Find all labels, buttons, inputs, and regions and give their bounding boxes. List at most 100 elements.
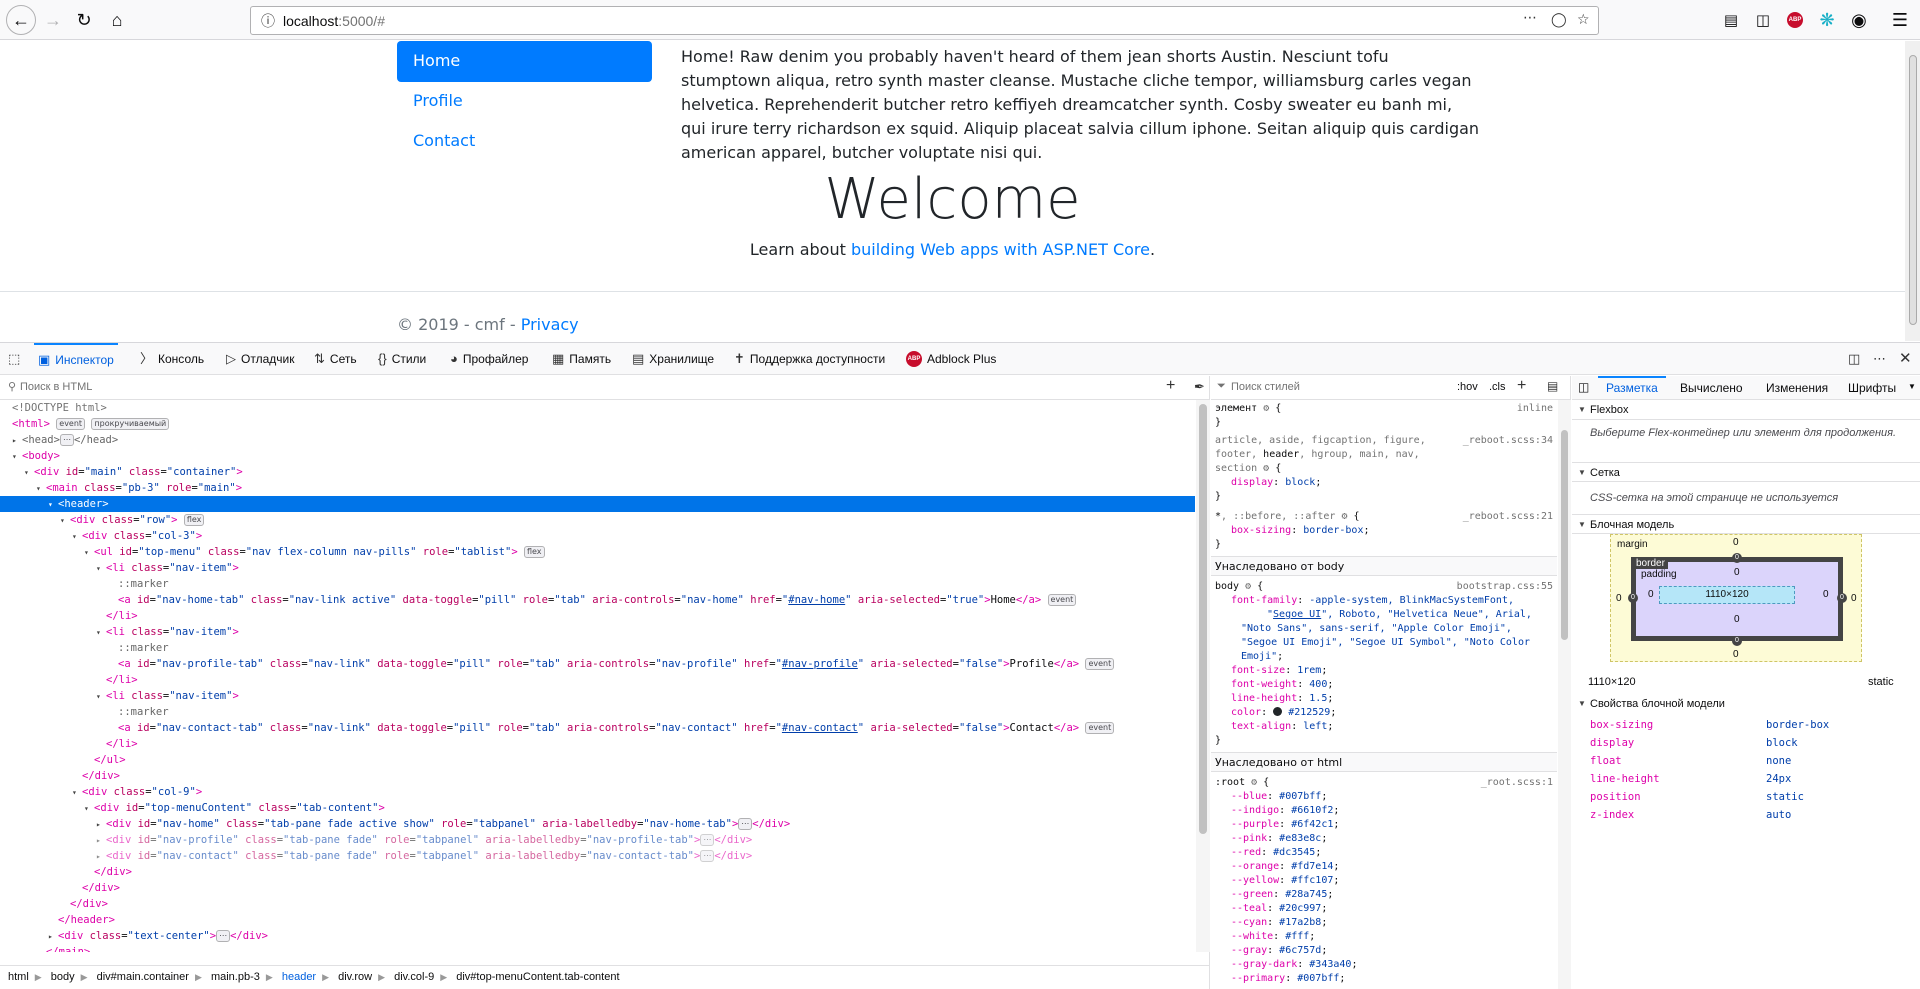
rule-line[interactable]: --gray: #6c757d; (1211, 944, 1557, 958)
chevron-down-icon[interactable]: ▼ (1908, 382, 1916, 391)
dock-icon[interactable]: ◫ (1848, 343, 1860, 375)
tree-line[interactable]: ::marker (0, 576, 1195, 592)
tree-line[interactable]: </div> (0, 880, 1195, 896)
tree-line[interactable]: ▾ <li class="nav-item"> (0, 560, 1195, 576)
rule-line[interactable]: --red: #dc3545; (1211, 846, 1557, 860)
boxmodel-props-header[interactable]: ▼ Свойства блочной модели (1572, 694, 1920, 714)
add-rule-icon[interactable]: + (1517, 377, 1526, 395)
tree-line[interactable]: </div> (0, 864, 1195, 880)
breadcrumb-item[interactable]: div#main.container (97, 971, 189, 983)
padding-bottom-value[interactable]: 0 (1734, 614, 1740, 625)
rule-line[interactable]: font-family: -apple-system, BlinkMacSyst… (1211, 594, 1557, 608)
rule-line[interactable]: элемент ⚙ {inline (1211, 402, 1557, 416)
rule-line[interactable]: font-size: 1rem; (1211, 664, 1557, 678)
tab-layout[interactable]: Разметка (1598, 376, 1666, 400)
padding-right-value[interactable]: 0 (1823, 589, 1829, 600)
boxmodel-section-header[interactable]: ▼ Блочная модель (1572, 514, 1920, 534)
tab-profiler[interactable]: ◕ Профайлер (450, 343, 528, 375)
tab-inspector[interactable]: ▣ Инспектор (34, 343, 118, 375)
rule-line[interactable]: box-sizing: border-box; (1211, 524, 1557, 538)
rule-line[interactable]: line-height: 1.5; (1211, 692, 1557, 706)
breadcrumb-item[interactable]: body (51, 971, 75, 983)
page-actions-icon[interactable]: ⋯ (1523, 9, 1537, 26)
tree-line[interactable]: ▾ <li class="nav-item"> (0, 688, 1195, 704)
breadcrumb-item[interactable]: html (8, 971, 29, 983)
rule-line[interactable]: article, aside, figcaption, figure, _rebo… (1211, 434, 1557, 448)
home-icon[interactable]: ⌂ (103, 6, 131, 34)
tree-line[interactable]: <!DOCTYPE html> (0, 400, 1195, 416)
tree-line[interactable]: </div> (0, 768, 1195, 784)
rule-line[interactable]: "Noto Sans", sans-serif, "Apple Color Em… (1211, 622, 1557, 636)
print-media-icon[interactable]: ▤ (1547, 379, 1558, 393)
margin-left-value[interactable]: 0 (1616, 593, 1622, 604)
styles-search-input[interactable]: Поиск стилей (1231, 381, 1300, 393)
tree-line[interactable]: </li> (0, 608, 1195, 624)
flexbox-section-header[interactable]: ▼ Flexbox (1572, 400, 1920, 420)
info-icon[interactable]: ⓘ (261, 11, 275, 31)
css-rules-list[interactable]: элемент ⚙ {inline } article, aside, figc… (1211, 400, 1557, 989)
grid-section-header[interactable]: ▼ Сетка (1572, 462, 1920, 482)
tab-storage[interactable]: ▤ Хранилище (632, 343, 714, 375)
rule-line[interactable]: footer, header, hgroup, main, nav, (1211, 448, 1557, 462)
rules-scrollbar-thumb[interactable] (1561, 430, 1568, 640)
rule-line[interactable]: font-weight: 400; (1211, 678, 1557, 692)
tree-line[interactable]: </li> (0, 672, 1195, 688)
toggle-sidebar-icon[interactable]: ◫ (1578, 380, 1589, 394)
breadcrumb-item[interactable]: main.pb-3 (211, 971, 260, 983)
more-options-icon[interactable]: ⋯ (1873, 343, 1886, 375)
tree-line[interactable]: ▾ <div id="top-menuContent" class="tab-co… (0, 800, 1195, 816)
adblock-icon[interactable]: ABP (1781, 6, 1809, 34)
tab-changes[interactable]: Изменения (1766, 376, 1828, 400)
rule-line[interactable]: body ⚙ {bootstrap.css:55 (1211, 580, 1557, 594)
boxmodel-prop-row[interactable]: z-index auto (1590, 806, 1910, 824)
aspnet-core-link[interactable]: building Web apps with ASP.NET Core (851, 240, 1150, 259)
rule-line[interactable]: text-align: left; (1211, 720, 1557, 734)
html-search-input[interactable]: Поиск в HTML (20, 381, 92, 393)
tree-line[interactable]: ▾ <ul id="top-menu" class="nav flex-colum… (0, 544, 1195, 560)
extension-icon[interactable]: ❋ (1813, 6, 1841, 34)
forward-arrow-icon[interactable]: → (39, 6, 67, 34)
tab-debugger[interactable]: ▷ Отладчик (226, 343, 294, 375)
tree-line[interactable]: ▸ <div id="nav-contact" class="tab-pane f… (0, 848, 1195, 864)
tree-line[interactable]: </main> (0, 944, 1195, 952)
tree-line[interactable]: ▾ <div class="col-3"> (0, 528, 1195, 544)
tree-line[interactable]: ▸ <div id="nav-profile" class="tab-pane f… (0, 832, 1195, 848)
rule-line[interactable]: } (1211, 734, 1557, 748)
pocket-icon[interactable]: ◯ (1551, 11, 1567, 28)
padding-left-value[interactable]: 0 (1648, 589, 1654, 600)
boxmodel-prop-row[interactable]: box-sizing border-box (1590, 716, 1910, 734)
rule-line[interactable]: color: #212529; (1211, 706, 1557, 720)
url-bar[interactable]: ⓘ localhost:5000/# ⋯ ◯ ☆ (250, 6, 1599, 35)
tree-line[interactable]: ::marker (0, 640, 1195, 656)
eyedropper-icon[interactable]: ✒ (1194, 379, 1205, 395)
markup-tree[interactable]: <!DOCTYPE html> <html> event прокручивае… (0, 400, 1195, 952)
boxmodel-prop-row[interactable]: position static (1590, 788, 1910, 806)
library-icon[interactable]: ▤ (1717, 6, 1745, 34)
bookmark-star-icon[interactable]: ☆ (1577, 11, 1590, 28)
rules-scrollbar[interactable] (1558, 400, 1571, 989)
rule-line[interactable]: display: block; (1211, 476, 1557, 490)
rule-line[interactable]: } (1211, 538, 1557, 552)
margin-top-value[interactable]: 0 (1733, 537, 1739, 548)
reload-icon[interactable]: ↻ (70, 6, 98, 34)
boxmodel-prop-row[interactable]: line-height 24px (1590, 770, 1910, 788)
breadcrumb-item[interactable]: div#top-menuContent.tab-content (456, 971, 619, 983)
tree-line-selected[interactable]: ▾ <header> (0, 496, 1195, 512)
tree-line[interactable]: </header> (0, 912, 1195, 928)
rule-line[interactable]: --white: #fff; (1211, 930, 1557, 944)
rule-line[interactable]: } (1211, 416, 1557, 430)
rule-line[interactable]: --pink: #e83e8c; (1211, 832, 1557, 846)
hov-toggle[interactable]: :hov (1457, 381, 1478, 393)
rule-line[interactable]: --primary: #007bff; (1211, 972, 1557, 986)
tab-adblock[interactable]: ABP Adblock Plus (906, 343, 996, 375)
content-size[interactable]: 1110×120 (1659, 586, 1795, 604)
border-left-value[interactable]: 0 (1628, 593, 1638, 603)
tree-line[interactable]: ▾ <div id="main" class="container"> (0, 464, 1195, 480)
boxmodel-prop-row[interactable]: float none (1590, 752, 1910, 770)
back-arrow-icon[interactable]: ← (6, 5, 36, 35)
rule-line[interactable]: --yellow: #ffc107; (1211, 874, 1557, 888)
border-top-value[interactable]: 0 (1732, 553, 1742, 563)
border-bottom-value[interactable]: 0 (1732, 636, 1742, 646)
border-right-value[interactable]: 0 (1837, 593, 1847, 603)
rule-line[interactable]: --cyan: #17a2b8; (1211, 916, 1557, 930)
